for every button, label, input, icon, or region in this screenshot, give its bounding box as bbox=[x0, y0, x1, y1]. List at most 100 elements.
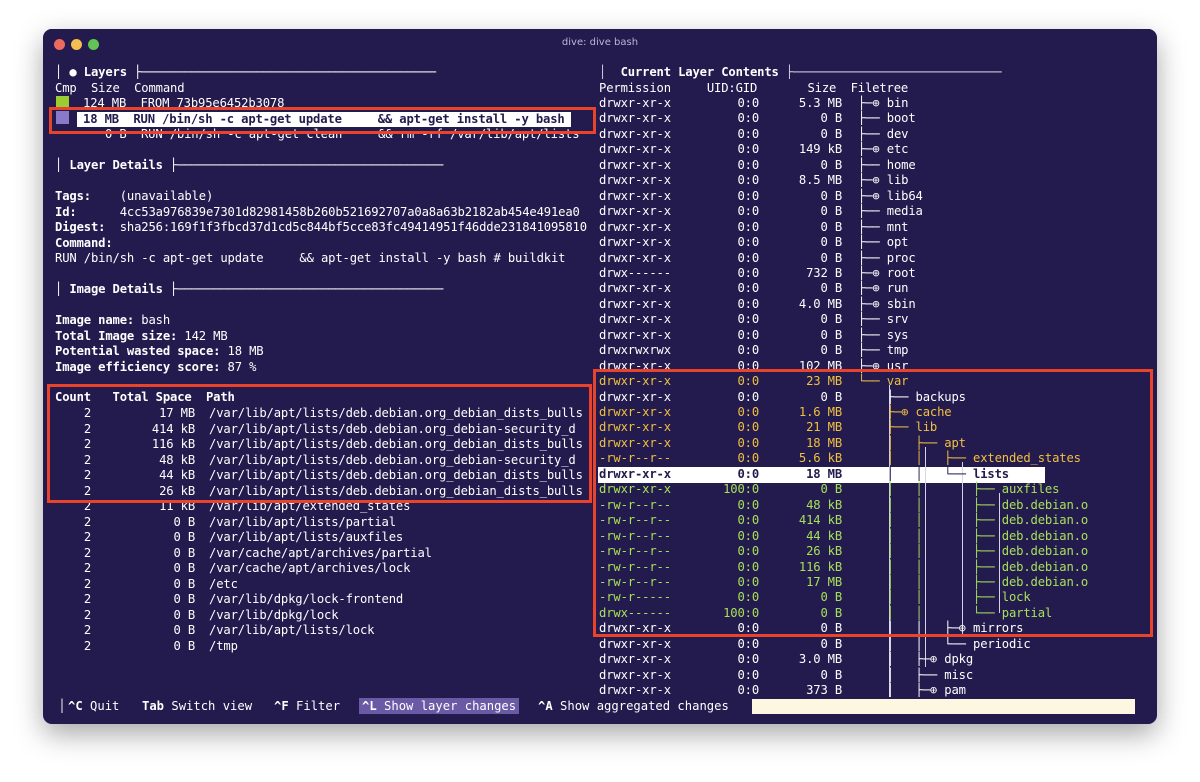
permission: drwxr-xr-x bbox=[599, 312, 671, 327]
wasted-space-value: 0 B bbox=[173, 592, 195, 606]
tree-entry: │ ├── misc bbox=[858, 667, 973, 682]
uid-gid: 0:0 bbox=[737, 173, 759, 188]
wasted-count: 2 bbox=[83, 623, 91, 637]
uid-gid: 0:0 bbox=[737, 219, 759, 234]
tree-row[interactable]: drwxr-xr-x 0:0 0 B ├─⊕ lib64 bbox=[599, 189, 923, 204]
tree-row[interactable]: drwxr-xr-x 0:0 0 B │ ├── misc bbox=[599, 668, 973, 683]
wasted-file-row: 2 0 B/var/lib/dpkg/lock bbox=[55, 607, 339, 623]
layer-digest: Digest: sha256:169f1f3fbcd37d1cd5c844bf5… bbox=[55, 220, 587, 234]
uid-gid: 0:0 bbox=[737, 312, 759, 327]
wasted-path: /var/lib/dpkg/lock-frontend bbox=[209, 592, 404, 606]
wasted-space-value: 0 B bbox=[173, 576, 195, 591]
uid-gid: 0:0 bbox=[737, 188, 759, 203]
file-size: 0 B bbox=[820, 343, 842, 358]
filter-input[interactable] bbox=[752, 699, 1135, 714]
tree-entry: ├── home bbox=[858, 157, 916, 172]
file-size: 0 B bbox=[820, 204, 842, 219]
uid-gid: 0:0 bbox=[737, 126, 759, 141]
tree-entry: ├── srv bbox=[858, 312, 909, 327]
show-layer-changes-key[interactable]: ^L Show layer changes bbox=[359, 698, 520, 714]
permission: drwxr-xr-x bbox=[599, 636, 671, 651]
uid-gid: 0:0 bbox=[737, 265, 759, 280]
tree-row[interactable]: drwxr-xr-x 0:0 0 B ├── sys bbox=[599, 328, 908, 343]
file-size: 3.0 MB bbox=[798, 652, 842, 667]
highlight-box bbox=[593, 369, 1153, 637]
tree-row[interactable]: drwxr-xr-x 0:0 0 B ├── srv bbox=[599, 312, 908, 327]
tree-row[interactable]: drwxr-xr-x 0:0 0 B ├─⊕ run bbox=[599, 281, 908, 296]
uid-gid: 0:0 bbox=[737, 111, 759, 126]
file-size: 0 B bbox=[820, 281, 842, 296]
tree-row[interactable]: drwxr-xr-x 0:0 8.5 MB ├─⊕ lib bbox=[599, 173, 908, 188]
tree-row[interactable]: drwxr-xr-x 0:0 0 B │ │ └── periodic bbox=[599, 637, 1031, 652]
wasted-space-value: 0 B bbox=[173, 638, 195, 653]
permission: drwxr-xr-x bbox=[599, 188, 671, 203]
wasted-path: /var/lib/dpkg/lock bbox=[209, 607, 339, 622]
tree-row[interactable]: drwxr-xr-x 0:0 3.0 MB │ ├─⊕ dpkg bbox=[599, 652, 973, 667]
permission: drwxr-xr-x bbox=[599, 652, 671, 667]
show-aggregated-changes-key[interactable]: ^A Show aggregated changes bbox=[535, 698, 732, 714]
tree-row[interactable]: drwxr-xr-x 0:0 0 B ├── mnt bbox=[599, 220, 908, 235]
permission: drwxr-xr-x bbox=[599, 667, 671, 682]
uid-gid: 0:0 bbox=[737, 204, 759, 219]
permission: drwxr-xr-x bbox=[599, 327, 671, 342]
wasted-file-row: 2 0 B/var/lib/apt/lists/partial bbox=[55, 515, 396, 530]
wasted-file-row: 2 0 B/tmp bbox=[55, 639, 238, 654]
wasted-space-value: 0 B bbox=[173, 530, 195, 544]
file-size: 0 B bbox=[820, 235, 842, 250]
tree-row[interactable]: drwxr-xr-x 0:0 0 B ├── proc bbox=[599, 251, 916, 266]
layer-command-label: Command: bbox=[55, 236, 113, 250]
uid-gid: 0:0 bbox=[737, 683, 759, 698]
file-size: 8.5 MB bbox=[798, 173, 842, 188]
wasted-count: 2 bbox=[83, 561, 91, 575]
wasted-space-value: 0 B bbox=[173, 545, 195, 560]
permission: drwxr-xr-x bbox=[599, 296, 671, 311]
tree-row[interactable]: drwxr-xr-x 0:0 4.0 MB ├─⊕ sbin bbox=[599, 297, 916, 312]
layer-command-value: RUN /bin/sh -c apt-get update && apt-get… bbox=[55, 251, 566, 265]
switch-view-key[interactable]: Tab Switch view bbox=[139, 698, 255, 714]
wasted-count: 2 bbox=[83, 638, 91, 653]
window-title: dive: dive bash bbox=[561, 37, 639, 48]
file-size: 0 B bbox=[820, 188, 842, 203]
terminal-window: dive: dive bash │ ● Layers ├────────────… bbox=[43, 29, 1157, 724]
filter-key[interactable]: ^F Filter bbox=[271, 698, 343, 714]
file-size: 0 B bbox=[820, 126, 842, 141]
wasted-count: 2 bbox=[83, 576, 91, 591]
contents-pane-header[interactable]: │ Current Layer Contents ├──────────────… bbox=[599, 65, 1002, 80]
wasted-count: 2 bbox=[83, 514, 91, 529]
wasted-file-row: 2 0 B/var/lib/apt/lists/lock bbox=[55, 623, 375, 638]
permission: drwxrwxrwx bbox=[599, 343, 671, 358]
tree-entry: ├─⊕ etc bbox=[858, 142, 909, 157]
tree-row[interactable]: drwx------ 0:0 732 B ├─⊕ root bbox=[599, 266, 916, 281]
tree-row[interactable]: drwxr-xr-x 0:0 149 kB ├─⊕ etc bbox=[599, 142, 908, 157]
layer-details-header: │ Layer Details ├───────────────────────… bbox=[55, 158, 444, 172]
permission: drwxr-xr-x bbox=[599, 173, 671, 188]
tree-entry: ├─⊕ lib64 bbox=[858, 188, 923, 203]
wasted-path: /var/lib/apt/lists/partial bbox=[209, 514, 396, 529]
tree-row[interactable]: drwxr-xr-x 0:0 0 B ├── boot bbox=[599, 111, 916, 126]
tree-row[interactable]: drwxr-xr-x 0:0 0 B ├── home bbox=[599, 158, 916, 173]
wasted-space-value: 0 B bbox=[173, 607, 195, 622]
tree-row[interactable]: drwxr-xr-x 0:0 0 B ├── dev bbox=[599, 127, 908, 142]
wasted-path: /var/cache/apt/archives/partial bbox=[209, 545, 432, 560]
tree-entry: ├── opt bbox=[858, 235, 909, 250]
tree-row[interactable]: drwxr-xr-x 0:0 0 B ├── opt bbox=[599, 235, 908, 250]
tree-row[interactable]: drwxr-xr-x 0:0 5.3 MB ├─⊕ bin bbox=[599, 96, 908, 111]
highlight-box bbox=[49, 107, 596, 134]
file-size: 0 B bbox=[820, 667, 842, 682]
file-size: 4.0 MB bbox=[798, 296, 842, 311]
permission: drwxr-xr-x bbox=[599, 219, 671, 234]
permission: drwxr-xr-x bbox=[599, 250, 671, 265]
wasted-file-row: 2 0 B/var/cache/apt/archives/lock bbox=[55, 561, 411, 576]
uid-gid: 0:0 bbox=[737, 235, 759, 250]
layers-pane-header[interactable]: │ ● Layers ├────────────────────────────… bbox=[55, 65, 436, 80]
tree-row[interactable]: drwxr-xr-x 0:0 0 B ├── media bbox=[599, 204, 923, 219]
tree-entry: ├── mnt bbox=[858, 219, 909, 234]
tree-row[interactable]: drwxr-xr-x 0:0 373 B │ ├─⊕ pam bbox=[599, 683, 966, 698]
tree-row[interactable]: drwxrwxrwx 0:0 0 B ├── tmp bbox=[599, 343, 908, 358]
wasted-space: Potential wasted space: 18 MB bbox=[55, 344, 264, 358]
quit-key[interactable]: ^C Quit bbox=[65, 698, 122, 714]
keybar-left-edge: ▕ bbox=[55, 699, 63, 713]
tree-entry: ├── proc bbox=[858, 250, 916, 265]
uid-gid: 0:0 bbox=[737, 343, 759, 358]
uid-gid: 0:0 bbox=[737, 142, 759, 157]
